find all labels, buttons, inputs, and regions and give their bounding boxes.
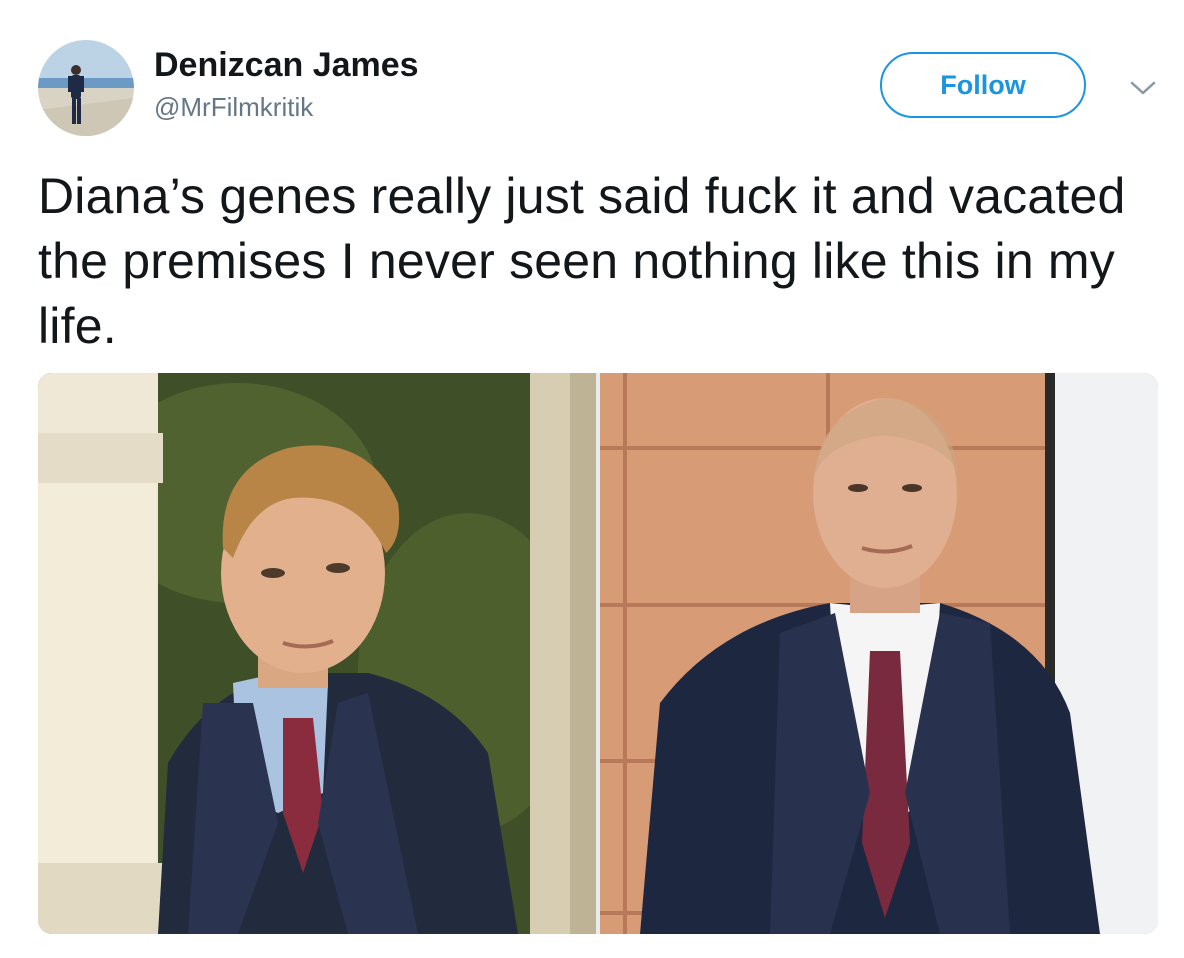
- author-avatar[interactable]: [38, 40, 134, 136]
- tweet-text: Diana’s genes really just said fuck it a…: [38, 168, 1126, 354]
- media-photo-right[interactable]: [600, 373, 1158, 934]
- media-photo-left[interactable]: [38, 373, 596, 934]
- tweet-media: [38, 373, 1158, 934]
- follow-button[interactable]: Follow: [880, 52, 1086, 118]
- chevron-down-icon[interactable]: [1126, 76, 1160, 100]
- tweet-card: Denizcan James @MrFilmkritik Follow Dian…: [0, 0, 1184, 958]
- author-handle[interactable]: @MrFilmkritik: [154, 92, 313, 123]
- author-display-name[interactable]: Denizcan James: [154, 46, 419, 85]
